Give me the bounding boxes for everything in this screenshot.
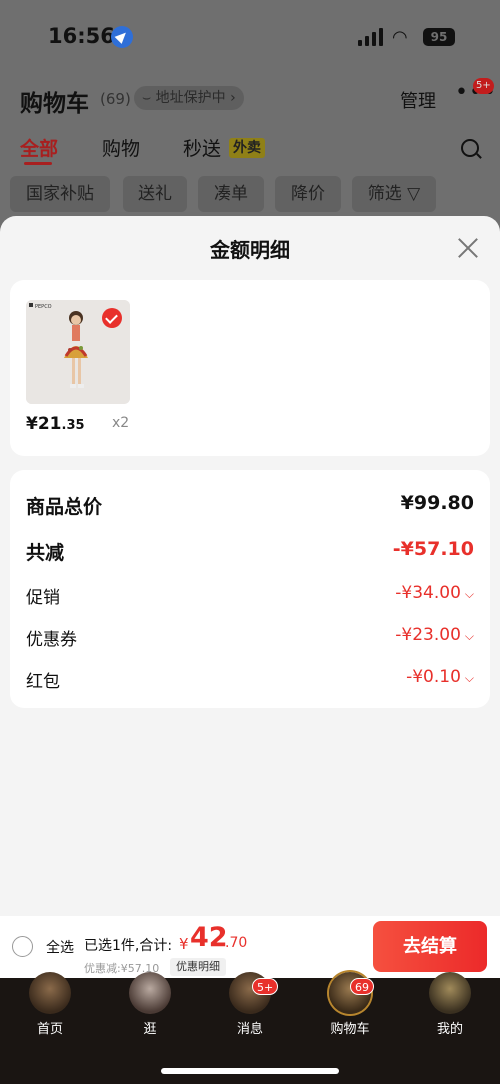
total-integer: 42 <box>190 922 228 953</box>
tabbar-label: 消息 <box>236 1022 263 1037</box>
background-page: 16:56 ◠ 95 购物车 (69) ⌣ 地址保护中 › 管理 ••• 5+ … <box>0 0 500 240</box>
product-price: ¥21.35 <box>26 414 85 434</box>
home-indicator <box>161 1068 339 1074</box>
chip-national-subsidy[interactable]: 国家补贴 <box>10 176 110 212</box>
red-packet-label: 红包 <box>26 672 60 692</box>
tabbar-item-cart[interactable]: 69 购物车 <box>310 972 390 1042</box>
signal-icon <box>358 28 384 46</box>
red-packet-value: -¥0.10 <box>406 667 461 687</box>
selected-summary: 已选1件,合计: <box>84 938 173 954</box>
tabbar-label: 购物车 <box>330 1022 370 1037</box>
chevron-down-icon: ⌵ <box>464 587 474 601</box>
total-currency: ¥ <box>179 935 189 953</box>
cart-badge: 69 <box>350 978 374 995</box>
promotion-value: -¥34.00 <box>395 583 461 603</box>
chip-gift[interactable]: 送礼 <box>123 176 187 212</box>
total-reduce-label: 共减 <box>26 542 65 564</box>
total-reduce-value: -¥57.10 <box>392 538 474 560</box>
price-integer: ¥21 <box>26 414 62 434</box>
tab-all[interactable]: 全部 <box>20 134 58 161</box>
page-title: 购物车 <box>20 91 89 117</box>
amount-detail-sheet: 金额明细 PEPCO ¥21.35 x2 商品总价 ¥99.80 共减 -¥57… <box>0 216 500 916</box>
address-protection-pill[interactable]: ⌣ 地址保护中 › <box>134 86 244 110</box>
chevron-down-icon: ⌵ <box>464 671 474 685</box>
tabbar-item-home[interactable]: 首页 <box>10 972 90 1042</box>
manage-button[interactable]: 管理 <box>400 87 436 113</box>
tabbar-item-messages[interactable]: 5+ 消息 <box>210 972 290 1042</box>
tab-instant[interactable]: 秒送 <box>183 134 221 161</box>
chip-bundle[interactable]: 凑单 <box>198 176 264 212</box>
promotion-label: 促销 <box>26 588 60 608</box>
tab-underline <box>24 162 52 165</box>
tabbar-label: 首页 <box>36 1022 63 1037</box>
sheet-title: 金额明细 <box>210 238 290 262</box>
product-quantity: x2 <box>112 415 130 431</box>
status-time: 16:56 <box>48 24 115 48</box>
chip-filter[interactable]: 筛选 ▽ <box>352 176 436 212</box>
checked-icon[interactable] <box>102 308 122 328</box>
checkout-button[interactable]: 去结算 <box>373 921 487 972</box>
select-all-radio[interactable] <box>12 936 33 957</box>
cart-count: (69) <box>100 90 131 108</box>
tabbar-item-me[interactable]: 我的 <box>410 972 490 1042</box>
tabbar-label: 我的 <box>436 1022 463 1037</box>
coupon-label: 优惠券 <box>26 630 77 650</box>
tabbar-label: 逛 <box>143 1022 157 1037</box>
coupon-row[interactable]: -¥23.00 ⌵ <box>395 625 474 645</box>
select-all-label[interactable]: 全选 <box>46 937 74 957</box>
wifi-icon: ◠ <box>392 27 408 48</box>
location-arrow-icon <box>111 26 133 48</box>
promotion-row[interactable]: -¥34.00 ⌵ <box>395 583 474 603</box>
me-avatar-icon <box>429 972 471 1014</box>
takeout-tag: 外卖 <box>229 138 265 158</box>
product-image[interactable]: PEPCO <box>26 300 130 404</box>
tabbar-item-browse[interactable]: 逛 <box>110 972 190 1042</box>
total-decimal: .70 <box>225 935 248 951</box>
browse-avatar-icon <box>129 972 171 1014</box>
search-icon[interactable] <box>461 139 479 157</box>
goods-total-value: ¥99.80 <box>400 492 474 514</box>
checkout-bar: 全选 已选1件,合计: ¥ 42 .70 优惠减:¥57.10 优惠明细 去结算 <box>0 916 500 978</box>
chip-price-drop[interactable]: 降价 <box>275 176 341 212</box>
price-decimal: .35 <box>61 418 85 433</box>
tab-shopping[interactable]: 购物 <box>102 134 140 161</box>
goods-total-label: 商品总价 <box>26 496 103 518</box>
coupon-value: -¥23.00 <box>395 625 461 645</box>
home-avatar-icon <box>29 972 71 1014</box>
messages-badge: 5+ <box>252 978 279 995</box>
amount-detail-card: 商品总价 ¥99.80 共减 -¥57.10 促销 -¥34.00 ⌵ 优惠券 -… <box>10 470 490 708</box>
svg-text:PEPCO: PEPCO <box>35 304 52 310</box>
product-card: PEPCO ¥21.35 x2 <box>10 280 490 456</box>
close-icon[interactable] <box>456 236 480 260</box>
chevron-down-icon: ⌵ <box>464 629 474 643</box>
red-packet-row[interactable]: -¥0.10 ⌵ <box>406 667 474 687</box>
discount-detail-button[interactable]: 优惠明细 <box>170 958 226 976</box>
more-badge: 5+ <box>473 78 494 94</box>
battery-icon: 95 <box>423 28 455 46</box>
status-bar: 16:56 ◠ 95 <box>0 0 500 74</box>
